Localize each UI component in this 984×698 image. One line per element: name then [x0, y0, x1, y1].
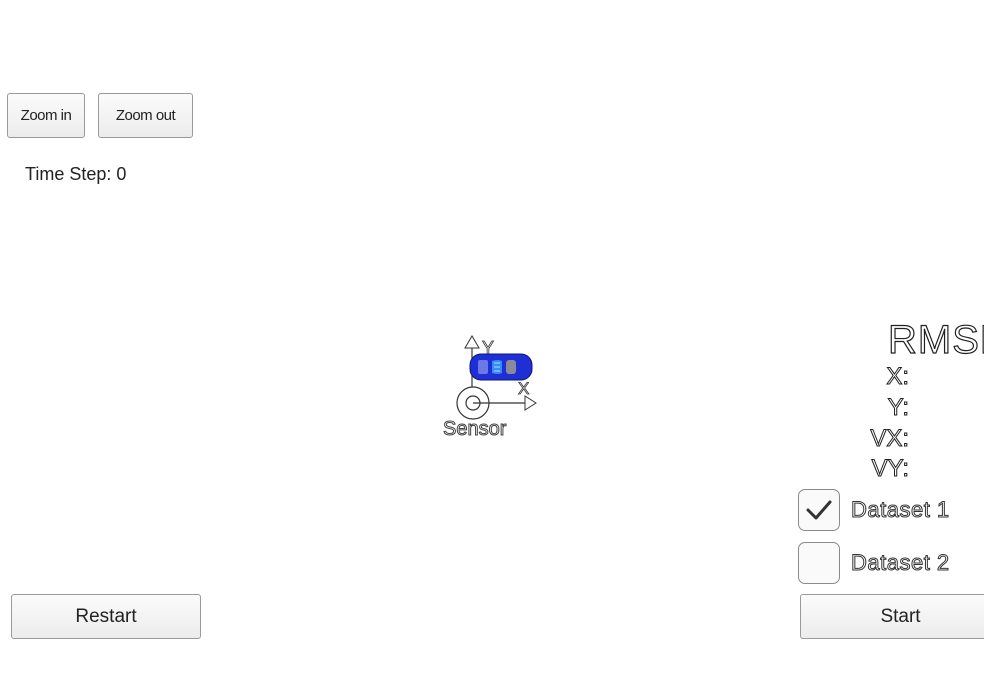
rmse-title: RMSE	[887, 317, 984, 362]
time-step-value: 0	[116, 164, 127, 184]
dataset-1-label: Dataset 1	[851, 497, 950, 523]
checkmark-icon	[806, 500, 832, 520]
car-icon	[469, 353, 533, 381]
dataset-2-checkbox[interactable]	[798, 542, 840, 584]
restart-button[interactable]: Restart	[11, 594, 201, 639]
time-step-label: Time Step:	[25, 164, 112, 184]
time-step-readout: Time Step: 0	[25, 164, 126, 185]
dataset-2-label: Dataset 2	[851, 550, 950, 576]
zoom-in-button[interactable]: Zoom in	[7, 93, 85, 138]
rmse-y-label: Y:	[887, 394, 909, 422]
rmse-x-label: X:	[886, 363, 910, 391]
dataset-1-checkbox[interactable]	[798, 489, 840, 531]
rmse-vx-label: VX:	[870, 425, 910, 453]
start-button[interactable]: Start	[800, 594, 984, 639]
rmse-vy-label: VY:	[871, 455, 909, 483]
zoom-out-button[interactable]: Zoom out	[98, 93, 193, 138]
sensor-label: Sensor	[442, 418, 507, 441]
axis-x-label: X	[518, 379, 529, 398]
